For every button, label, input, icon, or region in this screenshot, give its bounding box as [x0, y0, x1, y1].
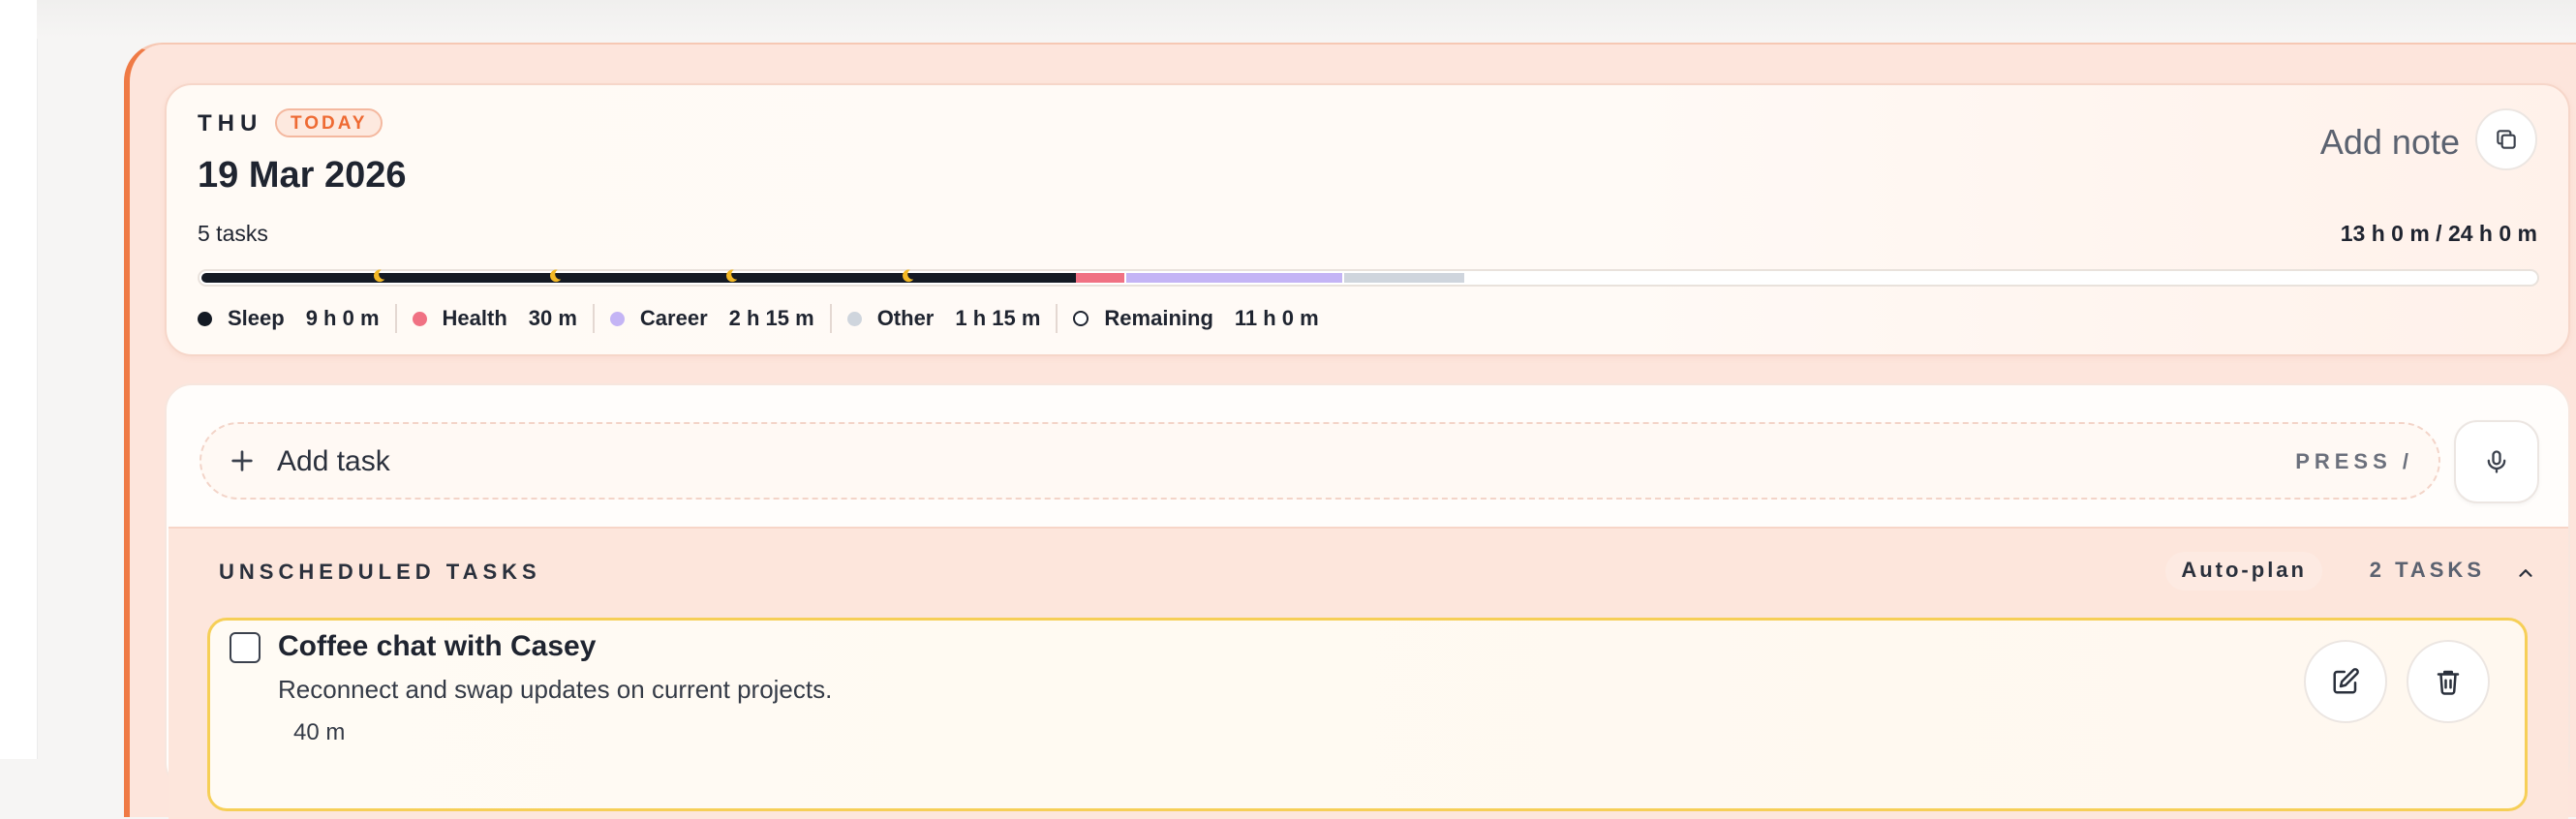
- delete-task-button[interactable]: [2407, 640, 2490, 723]
- edit-task-button[interactable]: [2304, 640, 2387, 723]
- task-description: Reconnect and swap updates on current pr…: [278, 675, 833, 704]
- legend-value: 11 h 0 m: [1234, 306, 1319, 330]
- legend-item-sleep: Sleep 9 h 0 m: [198, 306, 380, 331]
- divider: [829, 304, 832, 333]
- task-count: 5 tasks: [198, 221, 268, 246]
- left-rail: [0, 0, 38, 759]
- legend-item-other: Other 1 h 15 m: [846, 306, 1041, 331]
- legend-item-career: Career 2 h 15 m: [609, 306, 814, 331]
- section-title: UNSCHEDULED TASKS: [219, 560, 541, 584]
- moon-icon: [725, 269, 738, 283]
- divider: [592, 304, 595, 333]
- legend-label: Career: [639, 306, 708, 330]
- add-task-label: Add task: [277, 445, 390, 477]
- weekday-label: THU: [198, 110, 263, 136]
- day-summary-card: THU TODAY 19 Mar 2026 Add note 5 tasks 1…: [165, 83, 2570, 356]
- auto-plan-button[interactable]: Auto-plan: [2165, 552, 2322, 591]
- date-title: 19 Mar 2026: [198, 155, 407, 196]
- remaining-ring-icon: [1073, 311, 1089, 326]
- legend-item-remaining: Remaining 11 h 0 m: [1073, 306, 1319, 331]
- unscheduled-tasks-section: UNSCHEDULED TASKS Auto-plan 2 TASKS Coff…: [169, 527, 2568, 819]
- legend-value: 1 h 15 m: [955, 306, 1041, 330]
- health-dot-icon: [412, 311, 427, 326]
- task-checkbox[interactable]: [230, 632, 261, 663]
- tasks-card: Add task PRESS / UNSCHEDULED TASKS Auto-…: [165, 383, 2570, 819]
- legend-value: 30 m: [528, 306, 577, 330]
- task-duration: 40 m: [293, 719, 346, 745]
- legend-value: 2 h 15 m: [728, 306, 814, 330]
- legend-item-health: Health 30 m: [412, 306, 577, 331]
- task-item[interactable]: Coffee chat with Casey Reconnect and swa…: [207, 618, 2528, 811]
- microphone-icon: [2487, 450, 2506, 473]
- today-badge: TODAY: [275, 108, 383, 137]
- timeline-segment-career[interactable]: [1126, 273, 1342, 283]
- divider: [1056, 304, 1058, 333]
- legend-label: Sleep: [228, 306, 285, 330]
- timeline-segment-sleep[interactable]: [201, 273, 1076, 283]
- sleep-dot-icon: [198, 311, 212, 326]
- top-bar: [37, 0, 2576, 39]
- shortcut-hint: PRESS /: [2295, 449, 2413, 473]
- chevron-up-icon: [2519, 569, 2532, 577]
- timeline-segment-health[interactable]: [1076, 273, 1124, 283]
- task-title: Coffee chat with Casey: [278, 630, 597, 662]
- voice-input-button[interactable]: [2454, 420, 2539, 503]
- edit-icon: [2333, 668, 2359, 694]
- moon-icon: [373, 269, 385, 283]
- moon-icon: [549, 269, 562, 283]
- career-dot-icon: [609, 311, 625, 326]
- legend-label: Remaining: [1104, 306, 1213, 330]
- add-note-button[interactable]: Add note: [2320, 122, 2460, 163]
- task-count-badge: 2 TASKS: [2369, 558, 2485, 582]
- day-timeline-bar[interactable]: [198, 269, 2539, 287]
- category-legend: Sleep 9 h 0 m Health 30 m Career 2 h 15 …: [198, 304, 1319, 333]
- copy-button[interactable]: [2475, 108, 2537, 170]
- timeline-segment-other[interactable]: [1344, 273, 1464, 283]
- legend-value: 9 h 0 m: [305, 306, 380, 330]
- copy-icon: [2497, 130, 2516, 149]
- trash-icon: [2437, 670, 2460, 695]
- add-task-input[interactable]: Add task PRESS /: [199, 422, 2440, 500]
- plus-icon: [231, 450, 253, 471]
- legend-label: Other: [876, 306, 935, 330]
- legend-label: Health: [442, 306, 507, 330]
- collapse-button[interactable]: [2508, 556, 2543, 591]
- other-dot-icon: [846, 311, 862, 326]
- divider: [394, 304, 397, 333]
- moon-icon: [902, 269, 914, 283]
- time-total: 13 h 0 m / 24 h 0 m: [2340, 221, 2537, 246]
